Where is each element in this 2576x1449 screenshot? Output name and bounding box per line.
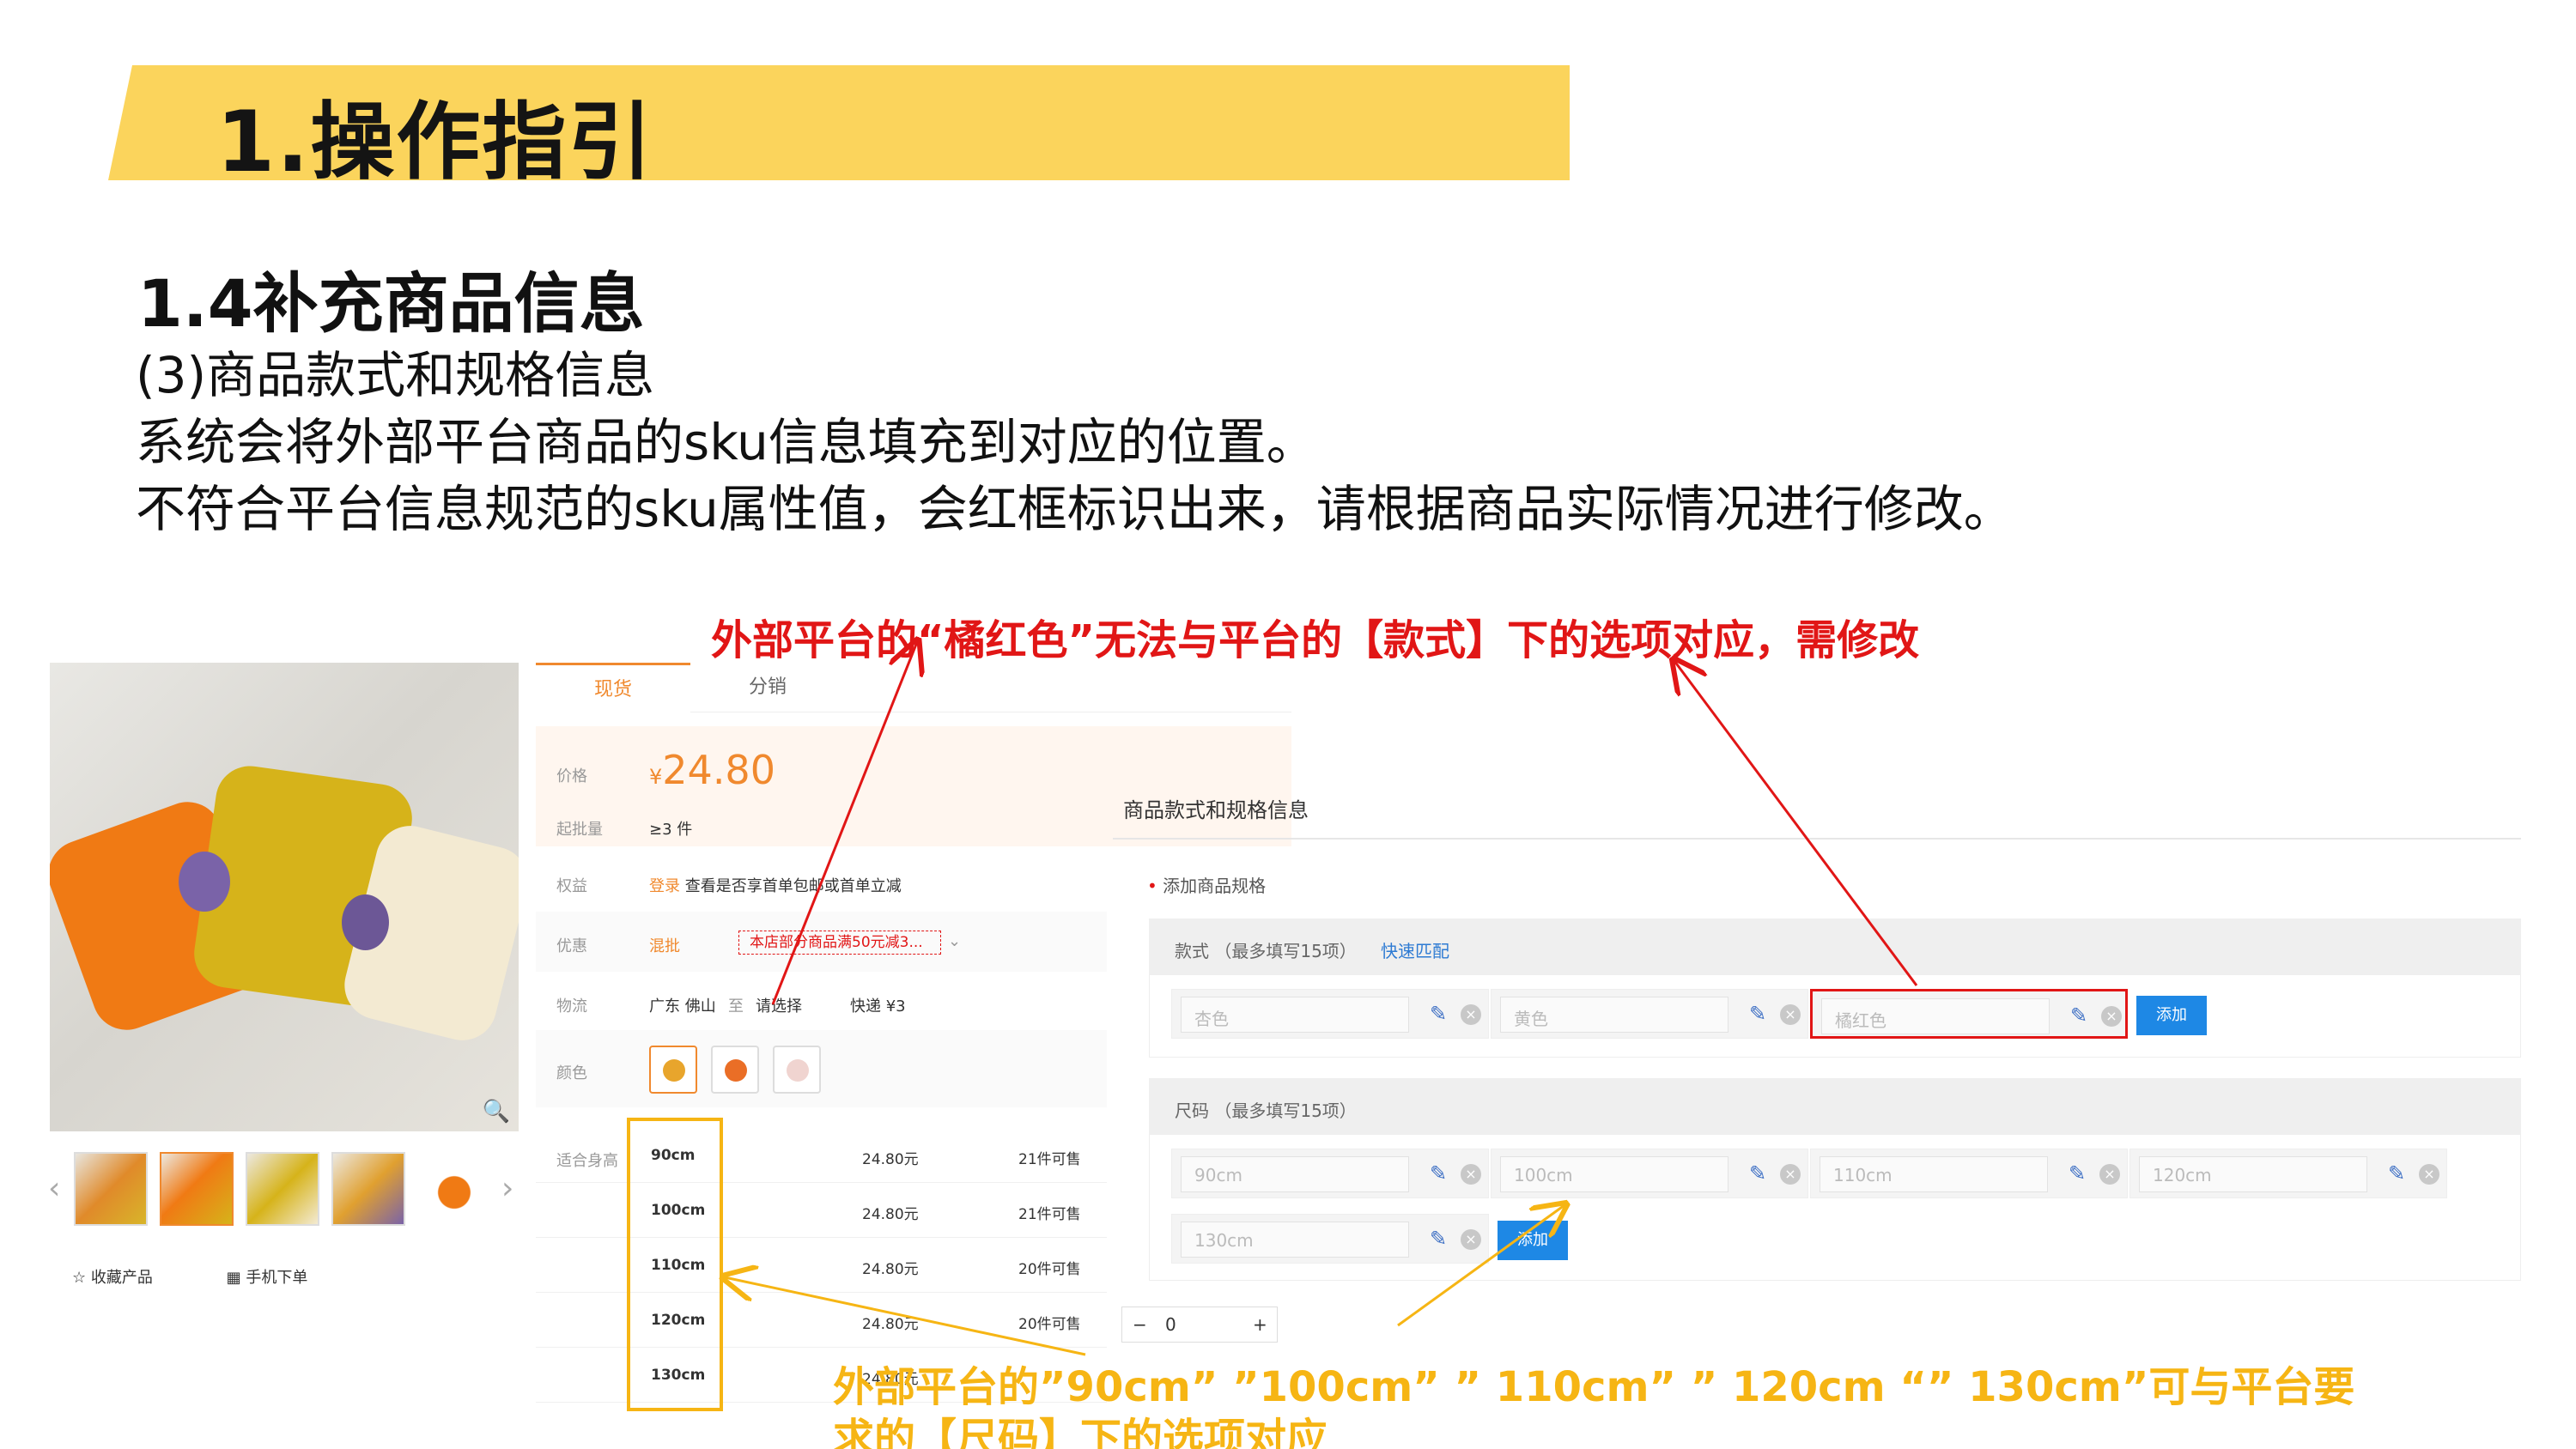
- qty-plus-button[interactable]: +: [1253, 1314, 1267, 1335]
- delete-icon[interactable]: ×: [2101, 1006, 2122, 1027]
- style-option[interactable]: 杏色 ✎ ×: [1171, 989, 1489, 1039]
- pencil-icon[interactable]: ✎: [1430, 1227, 1447, 1251]
- color-label: 颜色: [556, 1064, 587, 1082]
- size-option[interactable]: 100cm ✎ ×: [1491, 1149, 1808, 1198]
- logistics-from: 广东 佛山: [649, 997, 716, 1016]
- thumbnail[interactable]: [246, 1152, 319, 1226]
- qr-icon[interactable]: ▦: [227, 1269, 241, 1287]
- search-icon[interactable]: 🔍: [483, 1099, 510, 1125]
- size-highlight-box: [627, 1118, 723, 1411]
- moq-label: 起批量: [556, 821, 603, 839]
- color-row-bg: [536, 1030, 1107, 1107]
- pencil-icon[interactable]: ✎: [1430, 1161, 1447, 1185]
- fav-button[interactable]: 收藏产品: [91, 1269, 153, 1287]
- logistics-to: 至: [728, 997, 744, 1016]
- delete-icon[interactable]: ×: [2419, 1164, 2439, 1185]
- mobile-order-button[interactable]: 手机下单: [246, 1269, 307, 1287]
- moq-value: ≥3 件: [649, 821, 693, 839]
- login-link[interactable]: 登录: [649, 877, 680, 895]
- chevron-down-icon[interactable]: ⌄: [948, 932, 961, 950]
- section-title: 1.4补充商品信息: [137, 265, 645, 342]
- benefit-row: 登录 查看是否享首单包邮或首单立减: [649, 877, 902, 895]
- pencil-icon[interactable]: ✎: [1749, 1161, 1766, 1185]
- qty-minus-button[interactable]: −: [1133, 1314, 1147, 1335]
- qty-value[interactable]: 0: [1165, 1314, 1176, 1335]
- red-annotation: 外部平台的“橘红色”无法与平台的【款式】下的选项对应，需修改: [711, 616, 1920, 664]
- add-style-button[interactable]: 添加: [2136, 996, 2207, 1035]
- product-main-image[interactable]: 🔍: [50, 663, 519, 1131]
- coupon-badge[interactable]: 本店部分商品满50元减3...: [738, 931, 941, 955]
- tab-spot[interactable]: 现货: [536, 663, 690, 712]
- thumbnail-strip: ‹ ›: [48, 1152, 519, 1231]
- section-line-3: 不符合平台信息规范的sku属性值，会红框标识出来，请根据商品实际情况进行修改。: [136, 480, 2014, 538]
- section-line-2: 系统会将外部平台商品的sku信息填充到对应的位置。: [136, 413, 1316, 471]
- color-swatch-cream[interactable]: [773, 1046, 821, 1094]
- thumbnail[interactable]: [417, 1152, 491, 1226]
- chevron-left-icon[interactable]: ‹: [48, 1171, 60, 1206]
- color-swatch-apricot[interactable]: [649, 1046, 697, 1094]
- style-option-error[interactable]: 橘红色 ✎ ×: [1810, 989, 2128, 1039]
- promo-tag: 混批: [649, 937, 680, 955]
- size-group-header: 尺码 （最多填写15项）: [1149, 1078, 2521, 1135]
- quantity-stepper[interactable]: − 0 +: [1121, 1307, 1278, 1343]
- pencil-icon[interactable]: ✎: [1430, 1002, 1447, 1026]
- add-spec-label: • 添加商品规格: [1147, 876, 1267, 896]
- tab-bar: 现货 分销: [536, 663, 1291, 712]
- chevron-right-icon[interactable]: ›: [501, 1171, 513, 1206]
- promo-label: 优惠: [556, 937, 587, 955]
- delete-icon[interactable]: ×: [1780, 1004, 1801, 1025]
- add-size-button[interactable]: 添加: [1498, 1221, 1568, 1260]
- delete-icon[interactable]: ×: [1461, 1004, 1481, 1025]
- table-row[interactable]: 120cm 24.80元 20件可售: [536, 1293, 1107, 1348]
- logistics-select[interactable]: 请选择: [756, 994, 802, 1016]
- delete-icon[interactable]: ×: [2099, 1164, 2120, 1185]
- spec-form-title: 商品款式和规格信息: [1123, 798, 1309, 822]
- color-swatch-orange[interactable]: [711, 1046, 759, 1094]
- product-actions: ☆ 收藏产品 ▦ 手机下单: [72, 1265, 307, 1288]
- style-option[interactable]: 黄色 ✎ ×: [1491, 989, 1808, 1039]
- thumbnail[interactable]: [74, 1152, 148, 1226]
- delete-icon[interactable]: ×: [1461, 1164, 1481, 1185]
- page-title: 1.操作指引: [216, 94, 654, 191]
- pencil-icon[interactable]: ✎: [2388, 1161, 2405, 1185]
- size-option[interactable]: 130cm ✎ ×: [1171, 1214, 1489, 1264]
- yellow-annotation-line-2: 求的【尺码】下的选项对应: [833, 1415, 1328, 1449]
- benefit-label: 权益: [556, 877, 587, 895]
- tab-distribution[interactable]: 分销: [690, 663, 845, 712]
- logistics-fee: 快递 ¥3: [850, 997, 906, 1016]
- table-row[interactable]: 100cm 24.80元 21件可售: [536, 1183, 1107, 1238]
- price-label: 价格: [556, 767, 587, 785]
- thumbnail[interactable]: [331, 1152, 405, 1226]
- logistics-label: 物流: [556, 997, 587, 1016]
- delete-icon[interactable]: ×: [1461, 1229, 1481, 1250]
- pencil-icon[interactable]: ✎: [2070, 1003, 2087, 1028]
- pencil-icon[interactable]: ✎: [2069, 1161, 2086, 1185]
- quick-match-link[interactable]: 快速匹配: [1381, 937, 1449, 962]
- size-option[interactable]: 120cm ✎ ×: [2129, 1149, 2447, 1198]
- table-row[interactable]: 90cm 24.80元 21件可售: [536, 1128, 1107, 1183]
- section-line-1: (3)商品款式和规格信息: [136, 346, 655, 404]
- star-icon[interactable]: ☆: [72, 1269, 86, 1287]
- size-option[interactable]: 90cm ✎ ×: [1171, 1149, 1489, 1198]
- thumbnail[interactable]: [160, 1152, 234, 1226]
- pencil-icon[interactable]: ✎: [1749, 1002, 1766, 1026]
- delete-icon[interactable]: ×: [1780, 1164, 1801, 1185]
- table-row[interactable]: 110cm 24.80元 20件可售: [536, 1238, 1107, 1293]
- size-option[interactable]: 110cm ✎ ×: [1810, 1149, 2128, 1198]
- style-group-header: 款式 （最多填写15项） 快速匹配: [1149, 919, 2521, 975]
- divider: [1113, 838, 2521, 840]
- price: ¥24.80: [649, 747, 775, 793]
